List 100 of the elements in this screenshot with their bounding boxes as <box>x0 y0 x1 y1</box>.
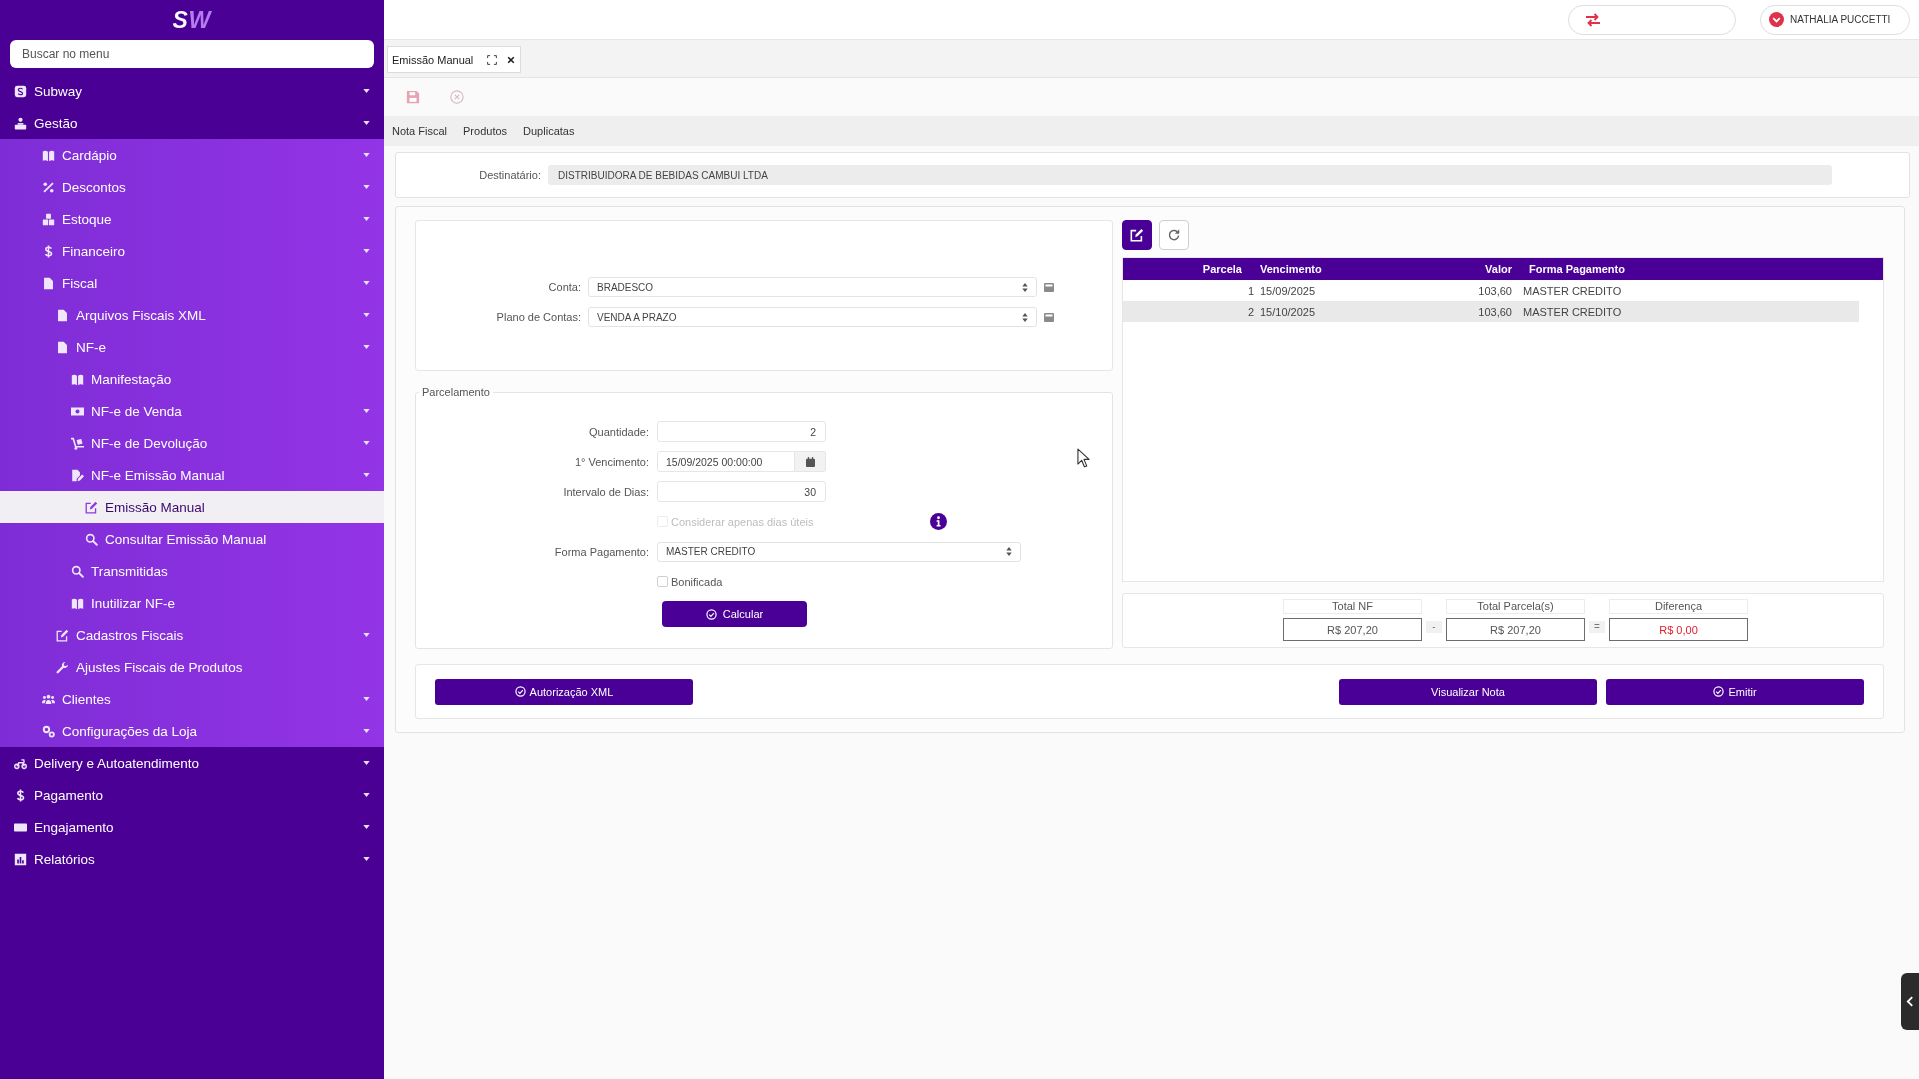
edit-icon <box>1130 228 1144 242</box>
sidebar-item[interactable]: Manifestação <box>0 363 384 395</box>
sidebar-item[interactable]: Inutilizar NF-e <box>0 587 384 619</box>
operator-sign: - <box>1426 621 1442 633</box>
sidebar-item[interactable]: Engajamento <box>0 811 384 843</box>
action-button[interactable]: Emitir <box>1606 678 1864 705</box>
date-field[interactable]: 15/09/2025 00:00:00 <box>657 451 795 472</box>
user-menu-button[interactable]: NATHALIA PUCCETTI <box>1760 4 1910 35</box>
sidebar-item[interactable]: Delivery e Autoatendimento <box>0 747 384 779</box>
subtab[interactable]: Duplicatas <box>523 125 575 137</box>
sidebar-item[interactable]: Financeiro <box>0 235 384 267</box>
amount-field: R$ 207,20 <box>1283 618 1422 641</box>
column-header[interactable]: Valor <box>1460 263 1517 275</box>
table-cell: MASTER CREDITO <box>1517 301 1859 322</box>
sidebar-item[interactable]: Descontos <box>0 171 384 203</box>
search-icon <box>85 532 98 546</box>
calculator-icon[interactable] <box>1044 312 1054 322</box>
column-header[interactable]: Forma Pagamento <box>1517 263 1883 275</box>
field-label: Destinatário: <box>478 169 541 181</box>
recipient-field[interactable]: DISTRIBUIDORA DE BEBIDAS CAMBUI LTDA <box>548 165 1832 185</box>
sidebar-item[interactable]: Cardápio <box>0 139 384 171</box>
motorcycle-icon <box>14 756 27 770</box>
sidebar-item[interactable]: Subway <box>0 75 384 107</box>
wrench-icon <box>56 660 69 674</box>
sort-icon <box>1022 282 1028 292</box>
select-field[interactable]: VENDA A PRAZO <box>588 307 1037 327</box>
sidebar-item[interactable]: Estoque <box>0 203 384 235</box>
book-icon <box>71 596 84 610</box>
field-label: 1° Vencimento: <box>573 455 649 468</box>
checkbox-label: Considerar apenas dias úteis <box>671 515 814 528</box>
subtab[interactable]: Produtos <box>463 125 508 137</box>
column-header[interactable]: Vencimento <box>1256 263 1460 275</box>
table-cell-text: 1 <box>1246 283 1255 299</box>
sidebar-item[interactable]: Emissão Manual <box>0 491 384 523</box>
number-field[interactable]: 2 <box>657 421 826 442</box>
mouse-pointer-icon <box>1077 448 1090 468</box>
table-cell-text: 15/09/2025 <box>1259 283 1317 299</box>
search-field[interactable]: Buscar no menu <box>10 40 374 68</box>
column-header[interactable]: Parcela <box>1123 263 1256 275</box>
select-field[interactable]: MASTER CREDITO <box>657 541 1021 562</box>
sidebar-item[interactable]: Consultar Emissão Manual <box>0 523 384 555</box>
sidebar-item[interactable]: NF-e Emissão Manual <box>0 459 384 491</box>
field-label: Quantidade: <box>588 425 649 438</box>
sort-icon <box>1006 547 1012 556</box>
sidebar-item[interactable]: NF-e de Devolução <box>0 427 384 459</box>
expand-icon[interactable] <box>487 54 498 65</box>
calendar-button[interactable] <box>795 451 826 472</box>
sidebar-item[interactable]: Clientes <box>0 683 384 715</box>
total-label: Diferença <box>1609 599 1748 614</box>
file-icon <box>56 308 69 322</box>
field-label: Intervalo de Dias: <box>562 485 649 498</box>
users-icon <box>42 692 55 706</box>
number-field[interactable]: 30 <box>657 481 826 502</box>
sidebar-item[interactable]: Relatórios <box>0 843 384 875</box>
sidebar-item[interactable]: NF-e de Venda <box>0 395 384 427</box>
swap-arrows-icon <box>1585 12 1601 27</box>
book-icon <box>71 372 84 386</box>
table-cell: 103,60 <box>1460 301 1517 322</box>
checkbox[interactable] <box>657 576 668 587</box>
sidebar-item[interactable]: Configurações da Loja <box>0 715 384 747</box>
gears-icon <box>42 724 55 738</box>
refresh-button[interactable] <box>1159 220 1189 250</box>
calculate-button[interactable]: Calcular <box>662 601 807 627</box>
sidebar-item[interactable]: Arquivos Fiscais XML <box>0 299 384 331</box>
refresh-icon <box>1167 228 1181 242</box>
search-icon <box>71 564 84 578</box>
collapse-button[interactable] <box>1901 973 1919 1030</box>
tab[interactable]: Emissão Manual <box>387 46 522 73</box>
calendar-icon <box>805 456 815 467</box>
action-button[interactable]: Visualizar Nota <box>1339 678 1597 705</box>
calculator-icon[interactable] <box>1044 282 1054 292</box>
file-icon <box>42 276 55 290</box>
sidebar-item[interactable]: NF-e <box>0 331 384 363</box>
sidebar-item[interactable]: Pagamento <box>0 779 384 811</box>
file-pen-icon <box>71 468 84 482</box>
chart-icon <box>14 852 27 866</box>
edit-button[interactable] <box>1122 220 1152 250</box>
boxes-icon <box>42 212 55 226</box>
close-icon[interactable] <box>507 55 516 64</box>
sidebar-item[interactable]: Fiscal <box>0 267 384 299</box>
subtab[interactable]: Nota Fiscal <box>392 125 448 137</box>
check-circle-icon <box>705 608 717 620</box>
table-cell: 2 <box>1123 301 1256 322</box>
edit-icon <box>56 628 69 642</box>
person-box-icon <box>14 116 27 130</box>
checkbox-label: Bonificada <box>671 575 723 588</box>
chevron-left-icon <box>1906 996 1914 1007</box>
amount-field: R$ 207,20 <box>1446 618 1585 641</box>
total-label: Total Parcela(s) <box>1446 599 1585 614</box>
chevron-circle-icon <box>1769 12 1784 27</box>
sidebar-item[interactable]: Ajustes Fiscais de Produtos <box>0 651 384 683</box>
hand-truck-icon <box>71 436 84 450</box>
sidebar-item[interactable]: Cadastros Fiscais <box>0 619 384 651</box>
table-cell: 15/10/2025 <box>1256 301 1460 322</box>
action-button[interactable]: Autorização XML <box>435 678 693 705</box>
dollar-icon <box>42 244 55 258</box>
sidebar-item[interactable]: Transmitidas <box>0 555 384 587</box>
select-field[interactable]: BRADESCO <box>588 277 1037 297</box>
sidebar-item[interactable]: Gestão <box>0 107 384 139</box>
switch-button[interactable] <box>1568 4 1736 35</box>
